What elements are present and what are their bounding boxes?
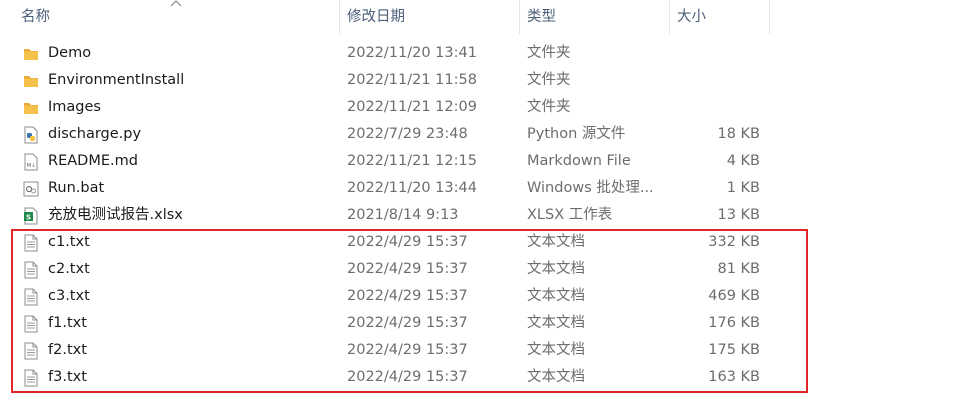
file-size: 13 KB [717, 207, 760, 223]
column-header-date-label: 修改日期 [347, 9, 405, 25]
file-row[interactable]: M↓ README.md 2022/11/21 12:15 Markdown File… [0, 148, 770, 175]
column-header-date[interactable]: 修改日期 [340, 0, 520, 34]
file-date: 2022/4/29 15:37 [347, 369, 468, 385]
column-header-row: 名称 修改日期 类型 大小 [0, 0, 770, 34]
excel-file-icon: S [22, 207, 40, 225]
file-row[interactable]: f3.txt 2022/4/29 15:37 文本文档 163 KB [0, 364, 770, 391]
file-name: Images [48, 99, 101, 115]
svg-text:S: S [26, 214, 31, 222]
column-header-name-label: 名称 [21, 9, 50, 25]
file-type: 文本文档 [527, 234, 585, 250]
column-header-size[interactable]: 大小 [670, 0, 770, 34]
file-type: Markdown File [527, 153, 631, 169]
text-file-icon [22, 288, 40, 306]
text-file-icon [22, 369, 40, 387]
file-date: 2022/11/20 13:41 [347, 45, 477, 61]
file-type: 文本文档 [527, 315, 585, 331]
file-name: 充放电测试报告.xlsx [48, 207, 183, 223]
file-name: c3.txt [48, 288, 90, 304]
file-date: 2022/11/21 12:09 [347, 99, 477, 115]
file-size: 163 KB [708, 369, 760, 385]
folder-icon [22, 45, 40, 63]
file-size: 4 KB [726, 153, 760, 169]
folder-icon [22, 99, 40, 117]
file-size: 176 KB [708, 315, 760, 331]
file-type: 文本文档 [527, 288, 585, 304]
file-size: 469 KB [708, 288, 760, 304]
column-header-name[interactable]: 名称 [0, 0, 340, 34]
file-size: 18 KB [717, 126, 760, 142]
file-date: 2022/7/29 23:48 [347, 126, 468, 142]
file-date: 2022/11/21 11:58 [347, 72, 477, 88]
file-name: Run.bat [48, 180, 105, 196]
file-size: 1 KB [726, 180, 760, 196]
text-file-icon [22, 342, 40, 360]
file-name: discharge.py [48, 126, 142, 142]
file-type: 文本文档 [527, 261, 585, 277]
file-row[interactable]: c3.txt 2022/4/29 15:37 文本文档 469 KB [0, 283, 770, 310]
column-header-type[interactable]: 类型 [520, 0, 670, 34]
file-date: 2022/4/29 15:37 [347, 342, 468, 358]
file-date: 2022/11/20 13:44 [347, 180, 477, 196]
file-date: 2021/8/14 9:13 [347, 207, 459, 223]
file-row[interactable]: Demo 2022/11/20 13:41 文件夹 [0, 40, 770, 67]
file-row[interactable]: c1.txt 2022/4/29 15:37 文本文档 332 KB [0, 229, 770, 256]
file-name: c2.txt [48, 261, 90, 277]
file-type: 文本文档 [527, 369, 585, 385]
folder-icon [22, 72, 40, 90]
file-type: 文件夹 [527, 72, 571, 88]
file-row[interactable]: EnvironmentInstall 2022/11/21 11:58 文件夹 [0, 67, 770, 94]
markdown-file-icon: M↓ [22, 153, 40, 171]
file-date: 2022/11/21 12:15 [347, 153, 477, 169]
sort-ascending-icon [170, 0, 182, 7]
file-name: f3.txt [48, 369, 87, 385]
python-file-icon [22, 126, 40, 144]
file-size: 332 KB [708, 234, 760, 250]
file-row[interactable]: Run.bat 2022/11/20 13:44 Windows 批处理... 1 K… [0, 175, 770, 202]
text-file-icon [22, 234, 40, 252]
file-size: 81 KB [717, 261, 760, 277]
file-date: 2022/4/29 15:37 [347, 288, 468, 304]
file-date: 2022/4/29 15:37 [347, 315, 468, 331]
file-type: XLSX 工作表 [527, 207, 613, 223]
file-type: 文本文档 [527, 342, 585, 358]
file-name: f2.txt [48, 342, 87, 358]
text-file-icon [22, 315, 40, 333]
file-size: 175 KB [708, 342, 760, 358]
column-header-type-label: 类型 [527, 9, 556, 25]
file-rows: Demo 2022/11/20 13:41 文件夹 EnvironmentInstal… [0, 40, 770, 391]
column-header-size-label: 大小 [677, 9, 706, 25]
file-name: README.md [48, 153, 138, 169]
file-type: 文件夹 [527, 99, 571, 115]
file-name: Demo [48, 45, 92, 61]
file-type: Windows 批处理... [527, 180, 654, 196]
svg-text:M↓: M↓ [27, 162, 36, 169]
file-date: 2022/4/29 15:37 [347, 261, 468, 277]
batch-file-icon [22, 180, 40, 198]
file-row[interactable]: f2.txt 2022/4/29 15:37 文本文档 175 KB [0, 337, 770, 364]
file-row[interactable]: discharge.py 2022/7/29 23:48 Python 源文件 18 … [0, 121, 770, 148]
file-row[interactable]: f1.txt 2022/4/29 15:37 文本文档 176 KB [0, 310, 770, 337]
file-type: 文件夹 [527, 45, 571, 61]
file-row[interactable]: Images 2022/11/21 12:09 文件夹 [0, 94, 770, 121]
file-name: c1.txt [48, 234, 90, 250]
file-name: f1.txt [48, 315, 87, 331]
file-name: EnvironmentInstall [48, 72, 185, 88]
file-explorer-list: 名称 修改日期 类型 大小 Demo 2022/11/20 13:41 文件夹 Env… [0, 0, 965, 406]
file-type: Python 源文件 [527, 126, 626, 142]
file-row[interactable]: S 充放电测试报告.xlsx 2021/8/14 9:13 XLSX 工作表 13 KB [0, 202, 770, 229]
file-date: 2022/4/29 15:37 [347, 234, 468, 250]
file-row[interactable]: c2.txt 2022/4/29 15:37 文本文档 81 KB [0, 256, 770, 283]
text-file-icon [22, 261, 40, 279]
